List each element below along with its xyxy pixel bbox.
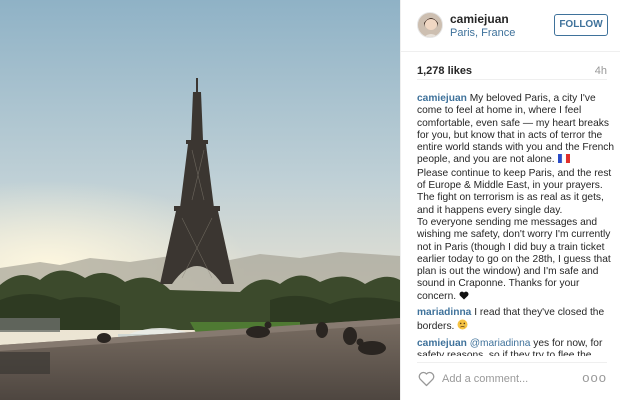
post-username[interactable]: camiejuan (450, 12, 509, 26)
comment-username[interactable]: camiejuan (417, 338, 467, 349)
more-options-icon[interactable]: ooo (582, 371, 607, 385)
post-sidebar: camiejuan Paris, France FOLLOW 1,278 lik… (400, 0, 620, 400)
eiffel-tower-photo (0, 0, 400, 400)
sad-face-icon (457, 319, 468, 334)
post-header: camiejuan Paris, France FOLLOW (401, 0, 620, 52)
list-item: camiejuan @mariadinna yes for now, for s… (417, 338, 615, 356)
comment-bar: ooo (417, 362, 607, 394)
avatar[interactable] (417, 12, 443, 38)
post-meta: 1,278 likes 4h (417, 60, 607, 80)
post-location[interactable]: Paris, France (450, 27, 515, 39)
list-item: mariadinna I read that they've closed th… (417, 307, 615, 335)
post-photo[interactable] (0, 0, 400, 400)
comment-mention[interactable]: @mariadinna (470, 338, 531, 349)
like-count[interactable]: 1,278 likes (417, 65, 472, 77)
caption-comment: camiejuan My beloved Paris, a city I've … (417, 93, 615, 304)
follow-button[interactable]: FOLLOW (554, 14, 608, 36)
comment-username[interactable]: camiejuan (417, 93, 467, 104)
black-heart-icon (459, 291, 469, 304)
heart-outline-icon[interactable] (418, 371, 435, 387)
comment-username[interactable]: mariadinna (417, 307, 471, 318)
comment-input[interactable] (442, 369, 592, 389)
comment-text: Please continue to keep Paris, and the r… (417, 167, 612, 216)
avatar-image (418, 13, 442, 37)
comment-text: To everyone sending me messages and wish… (417, 216, 611, 302)
france-flag-icon (557, 154, 570, 167)
comment-list[interactable]: camiejuan My beloved Paris, a city I've … (417, 93, 615, 356)
post-time[interactable]: 4h (595, 65, 607, 77)
